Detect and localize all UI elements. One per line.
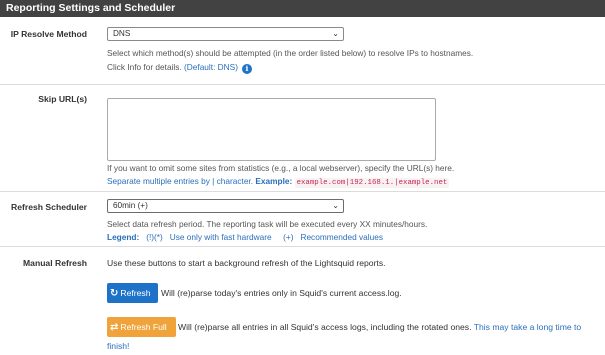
ip-resolve-value: DNS bbox=[113, 29, 131, 38]
info-icon[interactable]: i bbox=[241, 64, 252, 74]
refresh-full-warning: finish! bbox=[107, 341, 130, 351]
refresh-scheduler-value: 60min (+) bbox=[113, 201, 148, 210]
refresh-description: Will (re)parse today's entries only in S… bbox=[161, 288, 402, 298]
skip-urls-help-1: If you want to omit some sites from stat… bbox=[107, 163, 455, 173]
manual-refresh-row: Manual Refresh Use these buttons to star… bbox=[0, 247, 605, 355]
skip-urls-textarea[interactable] bbox=[107, 98, 436, 161]
refresh-full-description: Will (re)parse all entries in all Squid'… bbox=[178, 322, 582, 332]
manual-refresh-label: Manual Refresh bbox=[23, 258, 87, 268]
refresh-scheduler-row: Refresh Scheduler 60min (+) ⌄ Select dat… bbox=[0, 192, 605, 247]
refresh-button[interactable]: ↻ Refresh bbox=[107, 283, 158, 303]
chevron-down-icon: ⌄ bbox=[332, 201, 339, 210]
refresh-full-icon: ⇄ bbox=[110, 322, 119, 333]
ip-resolve-help-2: Click Info for details. (Default: DNS) i bbox=[107, 62, 252, 74]
refresh-scheduler-select[interactable]: 60min (+) ⌄ bbox=[107, 199, 344, 213]
default-link: (Default: DNS) bbox=[184, 62, 238, 72]
refresh-scheduler-label: Refresh Scheduler bbox=[11, 202, 87, 212]
panel-title: Reporting Settings and Scheduler bbox=[0, 0, 605, 17]
ip-resolve-select[interactable]: DNS ⌄ bbox=[107, 27, 344, 41]
refresh-full-button[interactable]: ⇄ Refresh Full bbox=[107, 317, 176, 337]
chevron-down-icon: ⌄ bbox=[332, 29, 339, 38]
ip-resolve-label: IP Resolve Method bbox=[10, 29, 87, 39]
ip-resolve-row: IP Resolve Method DNS ⌄ Select which met… bbox=[0, 17, 605, 85]
skip-urls-help-2: Separate multiple entries by | character… bbox=[107, 176, 450, 188]
skip-urls-row: Skip URL(s) If you want to omit some sit… bbox=[0, 85, 605, 192]
example-code: example.com|192.168.1.|example.net bbox=[294, 178, 450, 188]
refresh-scheduler-help-1: Select data refresh period. The reportin… bbox=[107, 219, 428, 229]
manual-refresh-description: Use these buttons to start a background … bbox=[107, 258, 386, 268]
ip-resolve-help-1: Select which method(s) should be attempt… bbox=[107, 48, 474, 58]
refresh-icon: ↻ bbox=[110, 288, 119, 299]
skip-urls-label: Skip URL(s) bbox=[38, 94, 87, 104]
refresh-scheduler-legend: Legend: (!)(*) Use only with fast hardwa… bbox=[107, 232, 384, 242]
